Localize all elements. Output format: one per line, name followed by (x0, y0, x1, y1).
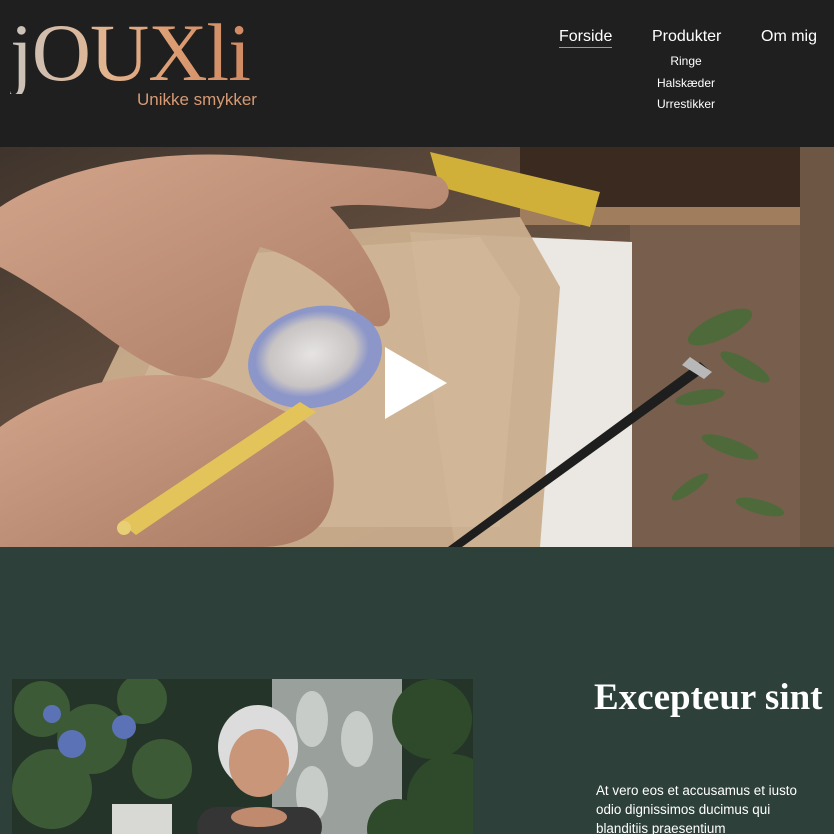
submenu-item-ringe[interactable]: Ringe (640, 51, 732, 73)
logo-title: jOUXli (10, 7, 251, 98)
nav-link-forside[interactable]: Forside (559, 28, 613, 48)
section-title: Excepteur sint (594, 677, 823, 718)
nav-item-produkter[interactable]: Produkter (652, 28, 721, 52)
logo[interactable]: jOUXli Unikke smykker (10, 12, 310, 122)
produkter-submenu: Ringe Halskæder Urrestikker (640, 51, 732, 116)
nav-link-produkter[interactable]: Produkter (652, 28, 721, 46)
section-body: At vero eos et accusamus et iusto odio d… (596, 783, 797, 834)
nav-item-forside[interactable]: Forside (559, 28, 613, 52)
logo-subtitle: Unikke smykker (137, 90, 257, 109)
nav-item-om-mig[interactable]: Om mig (761, 28, 817, 52)
artisan-portrait-image (12, 679, 473, 834)
nav-link-om-mig[interactable]: Om mig (761, 28, 817, 46)
hero-video[interactable] (0, 147, 834, 547)
submenu-item-halskaeder[interactable]: Halskæder (640, 73, 732, 95)
site-header: jOUXli Unikke smykker Forside Produkter … (0, 0, 834, 147)
play-icon[interactable] (385, 347, 447, 419)
artisan-photo (12, 679, 473, 834)
submenu-item-urrestikker[interactable]: Urrestikker (640, 94, 732, 116)
